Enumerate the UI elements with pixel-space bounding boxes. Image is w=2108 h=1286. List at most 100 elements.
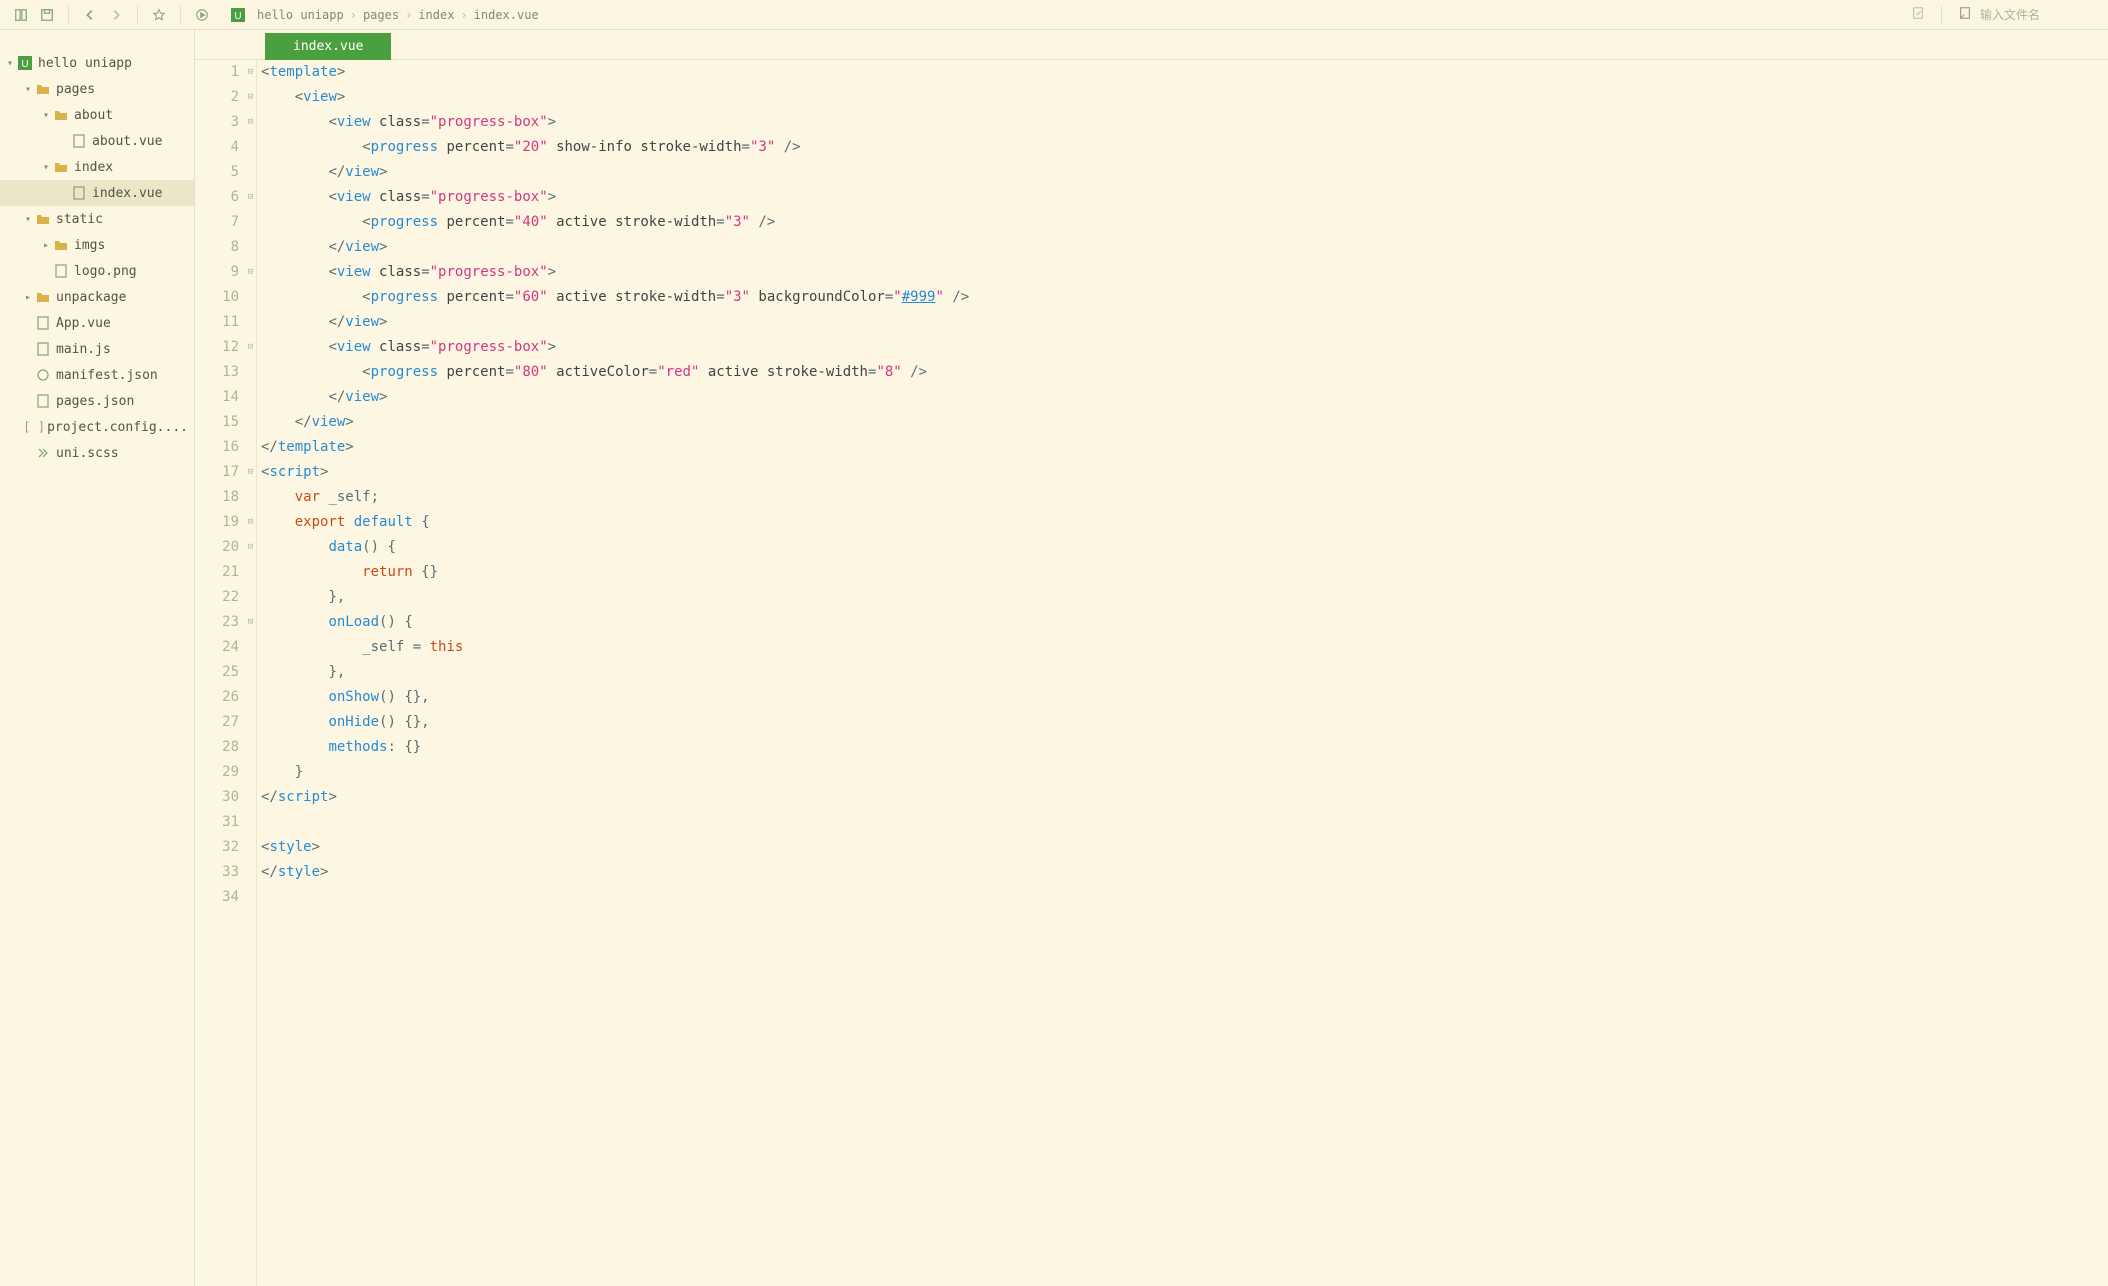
nav-back-icon[interactable] xyxy=(77,2,103,28)
code-line[interactable]: }, xyxy=(261,585,2108,610)
fold-marker[interactable]: ⊟ xyxy=(245,335,256,360)
line-number: 19 xyxy=(195,510,239,535)
tree-item-label: imgs xyxy=(74,238,105,253)
code-line[interactable]: </style> xyxy=(261,860,2108,885)
bracket-icon: [ ] xyxy=(25,418,43,436)
tree-row-index-vue[interactable]: index.vue xyxy=(0,180,194,206)
code-content[interactable]: <template> <view> <view class="progress-… xyxy=(257,60,2108,1286)
tree-row-about-vue[interactable]: about.vue xyxy=(0,128,194,154)
line-number: 11 xyxy=(195,310,239,335)
code-line[interactable] xyxy=(261,885,2108,910)
file-icon xyxy=(70,132,88,150)
code-line[interactable]: export default { xyxy=(261,510,2108,535)
tree-row-index[interactable]: ▾index xyxy=(0,154,194,180)
tree-row-imgs[interactable]: ▸ imgs xyxy=(0,232,194,258)
code-line[interactable]: <view class="progress-box"> xyxy=(261,260,2108,285)
code-line[interactable]: onLoad() { xyxy=(261,610,2108,635)
tree-row-unpackage[interactable]: ▸unpackage xyxy=(0,284,194,310)
file-search-input[interactable] xyxy=(1980,8,2100,22)
line-number: 30 xyxy=(195,785,239,810)
code-line[interactable]: data() { xyxy=(261,535,2108,560)
code-line[interactable]: <view class="progress-box"> xyxy=(261,185,2108,210)
code-line[interactable]: <view class="progress-box"> xyxy=(261,335,2108,360)
code-line[interactable]: </view> xyxy=(261,235,2108,260)
fold-marker[interactable]: ⊟ xyxy=(245,185,256,210)
fold-marker[interactable]: ⊟ xyxy=(245,85,256,110)
new-file-icon[interactable] xyxy=(1958,6,1972,23)
tree-row-pages-json[interactable]: pages.json xyxy=(0,388,194,414)
tree-disclosure-arrow[interactable]: ▾ xyxy=(4,58,16,69)
fold-marker xyxy=(245,785,256,810)
code-line[interactable]: _self = this xyxy=(261,635,2108,660)
line-number: 2 xyxy=(195,85,239,110)
code-line[interactable]: </view> xyxy=(261,385,2108,410)
code-line[interactable]: onShow() {}, xyxy=(261,685,2108,710)
fold-marker[interactable]: ⊟ xyxy=(245,610,256,635)
tree-disclosure-arrow[interactable]: ▾ xyxy=(40,162,52,173)
tree-disclosure-arrow[interactable]: ▾ xyxy=(22,214,34,225)
fold-marker[interactable]: ⊟ xyxy=(245,60,256,85)
tree-item-label: main.js xyxy=(56,342,111,357)
star-icon[interactable] xyxy=(146,2,172,28)
code-editor[interactable]: 1234567891011121314151617181920212223242… xyxy=(195,60,2108,1286)
tree-disclosure-arrow[interactable]: ▸ xyxy=(40,240,52,251)
code-line[interactable]: <progress percent="60" active stroke-wid… xyxy=(261,285,2108,310)
tree-disclosure-arrow[interactable]: ▾ xyxy=(40,110,52,121)
code-line[interactable]: } xyxy=(261,760,2108,785)
code-line[interactable]: <script> xyxy=(261,460,2108,485)
code-line[interactable]: <progress percent="40" active stroke-wid… xyxy=(261,210,2108,235)
line-number: 32 xyxy=(195,835,239,860)
tree-row-project-config-[interactable]: [ ]project.config.... xyxy=(0,414,194,440)
breadcrumb-part[interactable]: pages xyxy=(363,8,399,22)
fold-marker xyxy=(245,310,256,335)
fold-marker[interactable]: ⊟ xyxy=(245,460,256,485)
fold-marker[interactable]: ⊟ xyxy=(245,260,256,285)
tree-disclosure-arrow[interactable]: ▾ xyxy=(22,84,34,95)
fold-marker xyxy=(245,660,256,685)
run-icon[interactable] xyxy=(189,2,215,28)
code-line[interactable] xyxy=(261,810,2108,835)
code-line[interactable]: <progress percent="80" activeColor="red"… xyxy=(261,360,2108,385)
breadcrumb-part[interactable]: index xyxy=(418,8,454,22)
code-line[interactable]: methods: {} xyxy=(261,735,2108,760)
fold-marker xyxy=(245,235,256,260)
save-icon[interactable] xyxy=(34,2,60,28)
tree-disclosure-arrow[interactable]: ▸ xyxy=(22,292,34,303)
tree-row-hello-uniapp[interactable]: ▾Uhello uniapp xyxy=(0,50,194,76)
fold-marker[interactable]: ⊟ xyxy=(245,535,256,560)
code-line[interactable]: <template> xyxy=(261,60,2108,85)
tree-row-static[interactable]: ▾static xyxy=(0,206,194,232)
editor-tabs: index.vue xyxy=(195,30,2108,60)
code-line[interactable]: return {} xyxy=(261,560,2108,585)
breadcrumb-part[interactable]: hello uniapp xyxy=(257,8,344,22)
code-line[interactable]: var _self; xyxy=(261,485,2108,510)
tree-item-label: App.vue xyxy=(56,316,111,331)
code-line[interactable]: </view> xyxy=(261,310,2108,335)
code-line[interactable]: </script> xyxy=(261,785,2108,810)
tree-row-about[interactable]: ▾about xyxy=(0,102,194,128)
tree-row-manifest-json[interactable]: manifest.json xyxy=(0,362,194,388)
line-number: 29 xyxy=(195,760,239,785)
code-line[interactable]: <style> xyxy=(261,835,2108,860)
tree-row-pages[interactable]: ▾pages xyxy=(0,76,194,102)
tree-row-logo-png[interactable]: logo.png xyxy=(0,258,194,284)
code-line[interactable]: </view> xyxy=(261,410,2108,435)
chevron-right-icon: › xyxy=(350,8,357,22)
code-line[interactable]: <progress percent="20" show-info stroke-… xyxy=(261,135,2108,160)
code-line[interactable]: <view class="progress-box"> xyxy=(261,110,2108,135)
line-number: 18 xyxy=(195,485,239,510)
tree-row-app-vue[interactable]: App.vue xyxy=(0,310,194,336)
code-line[interactable]: <view> xyxy=(261,85,2108,110)
tab-active[interactable]: index.vue xyxy=(265,33,391,60)
code-line[interactable]: }, xyxy=(261,660,2108,685)
fold-marker[interactable]: ⊟ xyxy=(245,510,256,535)
code-line[interactable]: onHide() {}, xyxy=(261,710,2108,735)
code-line[interactable]: </template> xyxy=(261,435,2108,460)
fold-marker[interactable]: ⊟ xyxy=(245,110,256,135)
breadcrumb-part[interactable]: index.vue xyxy=(474,8,539,22)
tree-row-main-js[interactable]: main.js xyxy=(0,336,194,362)
tree-row-uni-scss[interactable]: uni.scss xyxy=(0,440,194,466)
code-line[interactable]: </view> xyxy=(261,160,2108,185)
menu-icon[interactable] xyxy=(8,2,34,28)
sync-icon[interactable] xyxy=(1911,6,1925,23)
